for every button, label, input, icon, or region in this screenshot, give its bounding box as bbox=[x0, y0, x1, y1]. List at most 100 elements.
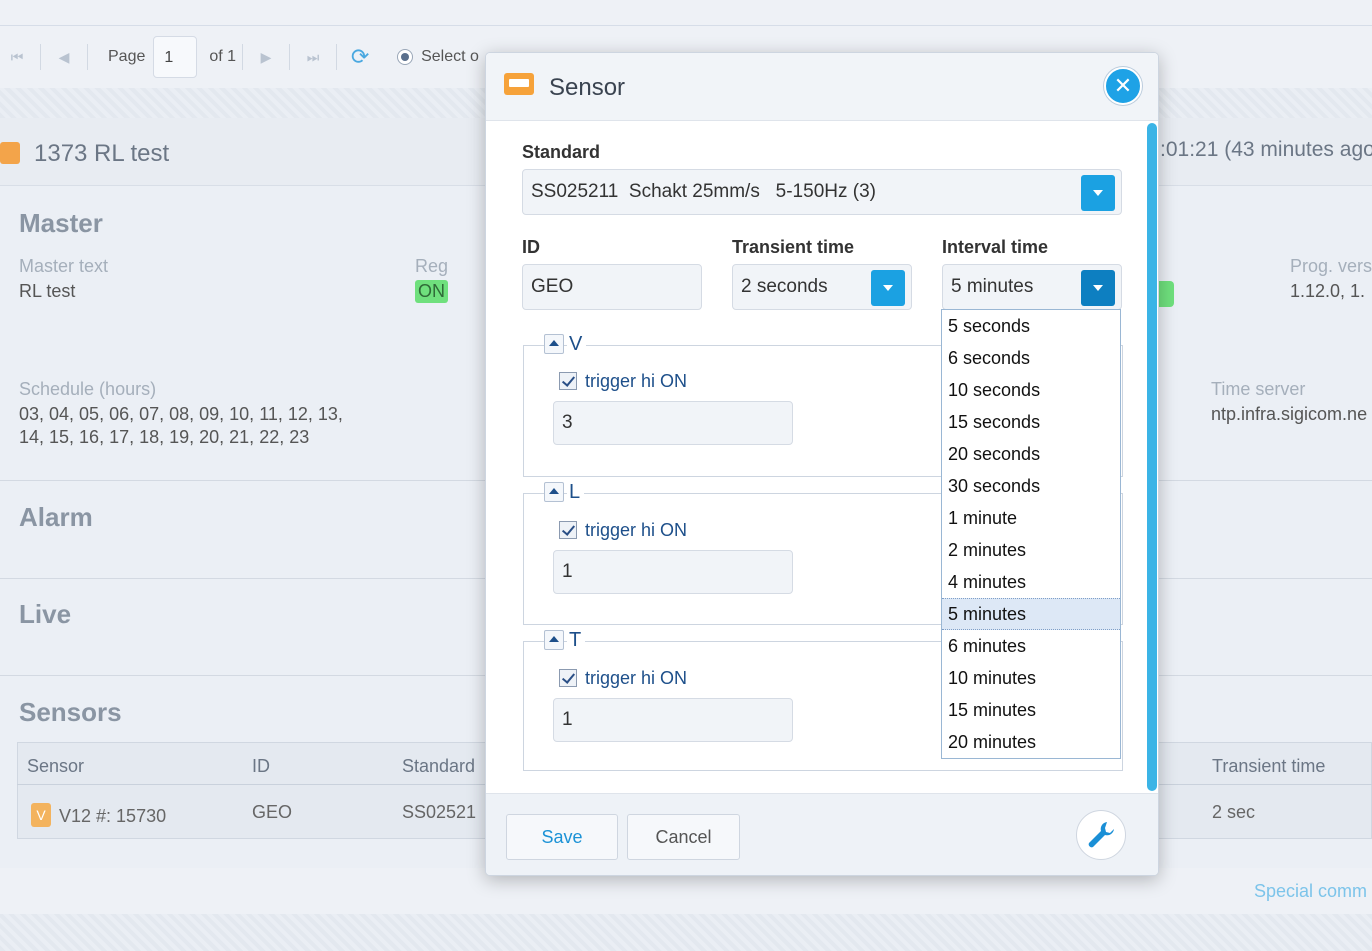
interval-option[interactable]: 15 seconds bbox=[942, 406, 1120, 438]
dialog-title: Sensor bbox=[549, 74, 626, 101]
id-input[interactable]: GEO bbox=[522, 264, 702, 310]
interval-option[interactable]: 6 minutes bbox=[942, 630, 1120, 662]
pager-separator bbox=[40, 44, 41, 70]
first-page-icon: ⏮ bbox=[10, 48, 24, 65]
standard-value: SS025211 Schakt 25mm/s 5-150Hz (3) bbox=[531, 181, 876, 202]
dialog-footer: Save Cancel bbox=[486, 793, 1158, 875]
interval-option[interactable]: 20 minutes bbox=[942, 726, 1120, 758]
table-cell-id[interactable]: GEO bbox=[252, 802, 292, 823]
select-radio[interactable] bbox=[397, 49, 414, 65]
time-server-value: ntp.infra.sigicom.ne bbox=[1211, 404, 1368, 424]
collapse-icon[interactable] bbox=[544, 334, 564, 354]
interval-option[interactable]: 2 minutes bbox=[942, 534, 1120, 566]
last-seen-text: :01:21 (43 minutes ago bbox=[1160, 138, 1372, 161]
interval-option[interactable]: 5 seconds bbox=[942, 310, 1120, 342]
channel-name: L bbox=[567, 481, 585, 504]
chevron-down-icon[interactable] bbox=[1081, 175, 1115, 211]
close-button[interactable]: ✕ bbox=[1104, 67, 1142, 105]
section-sensors[interactable]: Sensors bbox=[19, 697, 122, 728]
collapse-icon[interactable] bbox=[544, 482, 564, 502]
last-page-icon: ⏭ bbox=[306, 48, 320, 65]
schedule-line-1: 03, 04, 05, 06, 07, 08, 09, 10, 11, 12, … bbox=[19, 404, 343, 424]
interval-time-select[interactable]: 5 minutes bbox=[942, 264, 1122, 310]
settings-button[interactable] bbox=[1076, 810, 1126, 860]
trigger-label: trigger hi ON bbox=[585, 668, 688, 688]
special-commands-link[interactable]: Special comm bbox=[1254, 881, 1367, 902]
column-header-standard[interactable]: Standard bbox=[402, 756, 475, 777]
cancel-button[interactable]: Cancel bbox=[627, 814, 740, 860]
column-header-transient-time[interactable]: Transient time bbox=[1212, 756, 1325, 777]
interval-option[interactable]: 1 minute bbox=[942, 502, 1120, 534]
pager-separator bbox=[242, 44, 244, 70]
column-header-sensor[interactable]: Sensor bbox=[27, 756, 84, 777]
table-cell-standard[interactable]: SS02521 bbox=[402, 802, 476, 823]
scrollbar[interactable] bbox=[1147, 123, 1157, 791]
device-title: 1373 RL test bbox=[34, 140, 170, 167]
striped-divider bbox=[0, 914, 1372, 951]
schedule-label: Schedule (hours) bbox=[19, 379, 157, 399]
interval-option[interactable]: 15 minutes bbox=[942, 694, 1120, 726]
channel-name: T bbox=[567, 629, 586, 652]
column-header-id[interactable]: ID bbox=[252, 756, 270, 777]
next-page-icon: ▶ bbox=[260, 48, 272, 65]
section-alarm[interactable]: Alarm bbox=[19, 502, 93, 533]
section-live[interactable]: Live bbox=[19, 599, 71, 630]
schedule-line-2: 14, 15, 16, 17, 18, 19, 20, 21, 22, 23 bbox=[19, 427, 310, 447]
page-number-input[interactable]: 1 bbox=[153, 36, 198, 78]
save-button[interactable]: Save bbox=[506, 814, 618, 860]
id-label: ID bbox=[522, 237, 540, 257]
last-page-button[interactable]: ⏭ bbox=[296, 40, 330, 74]
trigger-label: trigger hi ON bbox=[585, 520, 688, 540]
trigger-checkbox[interactable] bbox=[559, 372, 577, 390]
reg-label: Reg bbox=[415, 256, 449, 276]
prog-version-value: 1.12.0, 1. bbox=[1290, 281, 1366, 301]
interval-time-options: 5 seconds 6 seconds 10 seconds 15 seconds 20… bbox=[941, 309, 1121, 759]
interval-option[interactable]: 20 seconds bbox=[942, 438, 1120, 470]
interval-option[interactable]: 4 minutes bbox=[942, 566, 1120, 598]
status-badge bbox=[1158, 281, 1174, 307]
transient-time-value: 2 seconds bbox=[741, 276, 828, 297]
interval-option[interactable]: 10 minutes bbox=[942, 662, 1120, 694]
interval-time-label: Interval time bbox=[942, 237, 1049, 257]
trigger-value-input[interactable]: 3 bbox=[553, 401, 793, 445]
table-cell-sensor[interactable]: V12 #: 15730 bbox=[59, 806, 166, 827]
table-cell-transient[interactable]: 2 sec bbox=[1212, 802, 1255, 823]
page-count-label: of 1 bbox=[209, 48, 237, 65]
pager-separator bbox=[87, 44, 88, 70]
interval-option[interactable]: 30 seconds bbox=[942, 470, 1120, 502]
section-master[interactable]: Master bbox=[19, 208, 103, 239]
prev-page-button[interactable]: ◀ bbox=[47, 40, 81, 74]
chevron-down-icon[interactable] bbox=[1081, 270, 1115, 306]
top-band bbox=[0, 0, 1372, 26]
chevron-down-icon[interactable] bbox=[871, 270, 905, 306]
trigger-value-input[interactable]: 1 bbox=[553, 698, 793, 742]
refresh-button[interactable]: ⟳ bbox=[343, 40, 377, 74]
prev-page-icon: ◀ bbox=[58, 48, 70, 65]
master-text-value: RL test bbox=[19, 281, 76, 301]
close-icon: ✕ bbox=[1113, 73, 1133, 98]
channel-name: V bbox=[567, 333, 587, 356]
transient-time-select[interactable]: 2 seconds bbox=[732, 264, 912, 310]
device-icon bbox=[0, 142, 20, 164]
master-text-label: Master text bbox=[19, 256, 109, 276]
trigger-label: trigger hi ON bbox=[585, 371, 688, 391]
pager-separator bbox=[336, 44, 338, 70]
interval-option[interactable]: 5 minutes bbox=[942, 598, 1120, 630]
interval-time-value: 5 minutes bbox=[951, 276, 1034, 297]
trigger-checkbox[interactable] bbox=[559, 669, 577, 687]
select-label: Select o bbox=[421, 48, 479, 65]
standard-select[interactable]: SS025211 Schakt 25mm/s 5-150Hz (3) bbox=[522, 169, 1122, 215]
collapse-icon[interactable] bbox=[544, 630, 564, 650]
interval-option[interactable]: 6 seconds bbox=[942, 342, 1120, 374]
trigger-value-input[interactable]: 1 bbox=[553, 550, 793, 594]
wrench-icon bbox=[1088, 822, 1114, 848]
sensor-icon bbox=[504, 73, 534, 95]
sensor-type-badge: V bbox=[31, 803, 51, 827]
pager-separator bbox=[289, 44, 291, 70]
page-label: Page bbox=[108, 48, 146, 65]
first-page-button[interactable]: ⏮ bbox=[0, 40, 34, 74]
next-page-button[interactable]: ▶ bbox=[249, 40, 283, 74]
interval-option[interactable]: 10 seconds bbox=[942, 374, 1120, 406]
refresh-icon: ⟳ bbox=[350, 44, 370, 69]
trigger-checkbox[interactable] bbox=[559, 521, 577, 539]
